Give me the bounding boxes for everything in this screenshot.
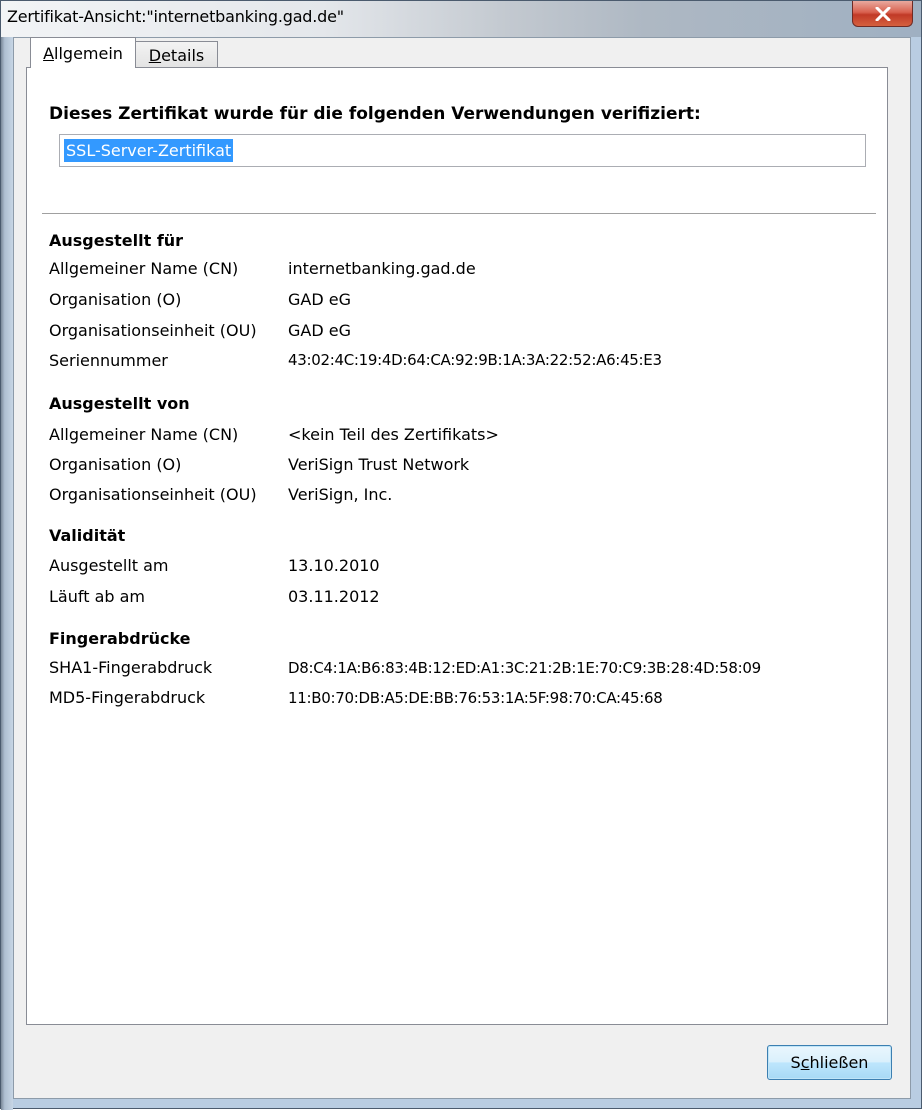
issued-by-ou-value: VeriSign, Inc. — [288, 485, 393, 504]
issued-by-o-value: VeriSign Trust Network — [288, 455, 470, 474]
close-button-accel: c — [800, 1053, 810, 1072]
sha1-fingerprint-value: D8:C4:1A:B6:83:4B:12:ED:A1:3C:21:2B:1E:7… — [288, 659, 761, 677]
fingerprints-title: Fingerabdrücke — [49, 629, 191, 648]
issued-by-cn-label: Allgemeiner Name (CN) — [49, 425, 239, 444]
window-close-button[interactable] — [852, 1, 913, 27]
certificate-viewer-window: Zertifikat-Ansicht:"internetbanking.gad.… — [0, 0, 922, 1110]
expires-on-label: Läuft ab am — [49, 587, 146, 606]
close-button[interactable]: Sc hließen — [767, 1045, 892, 1080]
issued-to-cn-value: internetbanking.gad.de — [288, 259, 476, 278]
sha1-fingerprint-label: SHA1-Fingerabdruck — [49, 658, 213, 677]
expires-on-value: 03.11.2012 — [288, 587, 380, 606]
issued-to-title: Ausgestellt für — [49, 231, 184, 250]
window-left-border — [1, 37, 13, 1110]
issued-to-ou-label: Organisationseinheit (OU) — [49, 321, 257, 340]
close-button-label-post: hließen — [809, 1053, 869, 1072]
issued-to-ou-value: GAD eG — [288, 321, 351, 340]
issued-to-cn-label: Allgemeiner Name (CN) — [49, 259, 239, 278]
tab-details-label: etails — [161, 45, 205, 65]
issued-by-title: Ausgestellt von — [49, 394, 190, 413]
validity-title: Validität — [49, 526, 126, 545]
tab-general-label: llgemein — [54, 43, 123, 63]
general-tab-panel — [26, 67, 888, 1025]
issued-by-o-label: Organisation (O) — [49, 455, 182, 474]
separator — [42, 213, 876, 215]
issued-by-ou-label: Organisationseinheit (OU) — [49, 485, 257, 504]
close-button-label-pre: S — [790, 1053, 801, 1072]
serial-number-value: 43:02:4C:19:4D:64:CA:92:9B:1A:3A:22:52:A… — [288, 351, 662, 369]
title-bar[interactable]: Zertifikat-Ansicht:"internetbanking.gad.… — [1, 1, 921, 37]
md5-fingerprint-label: MD5-Fingerabdruck — [49, 688, 206, 707]
md5-fingerprint-value: 11:B0:70:DB:A5:DE:BB:76:53:1A:5F:98:70:C… — [288, 689, 663, 707]
issued-on-label: Ausgestellt am — [49, 556, 169, 575]
serial-number-label: Seriennummer — [49, 351, 168, 370]
usages-list[interactable]: SSL-Server-Zertifikat — [59, 134, 866, 167]
issued-to-o-label: Organisation (O) — [49, 290, 182, 309]
verified-usages-heading: Dieses Zertifikat wurde für die folgende… — [49, 104, 701, 124]
tab-general[interactable]: Allgemein — [30, 37, 136, 68]
issued-to-o-value: GAD eG — [288, 290, 351, 309]
issued-by-cn-value: <kein Teil des Zertifikats> — [288, 425, 499, 444]
close-icon — [875, 6, 890, 21]
tab-details-accel: D — [148, 45, 162, 65]
window-title: Zertifikat-Ansicht:"internetbanking.gad.… — [7, 7, 344, 26]
tab-details[interactable]: Details — [136, 41, 218, 68]
usage-item[interactable]: SSL-Server-Zertifikat — [64, 139, 234, 162]
tab-general-accel: A — [43, 43, 55, 63]
issued-on-value: 13.10.2010 — [288, 556, 380, 575]
